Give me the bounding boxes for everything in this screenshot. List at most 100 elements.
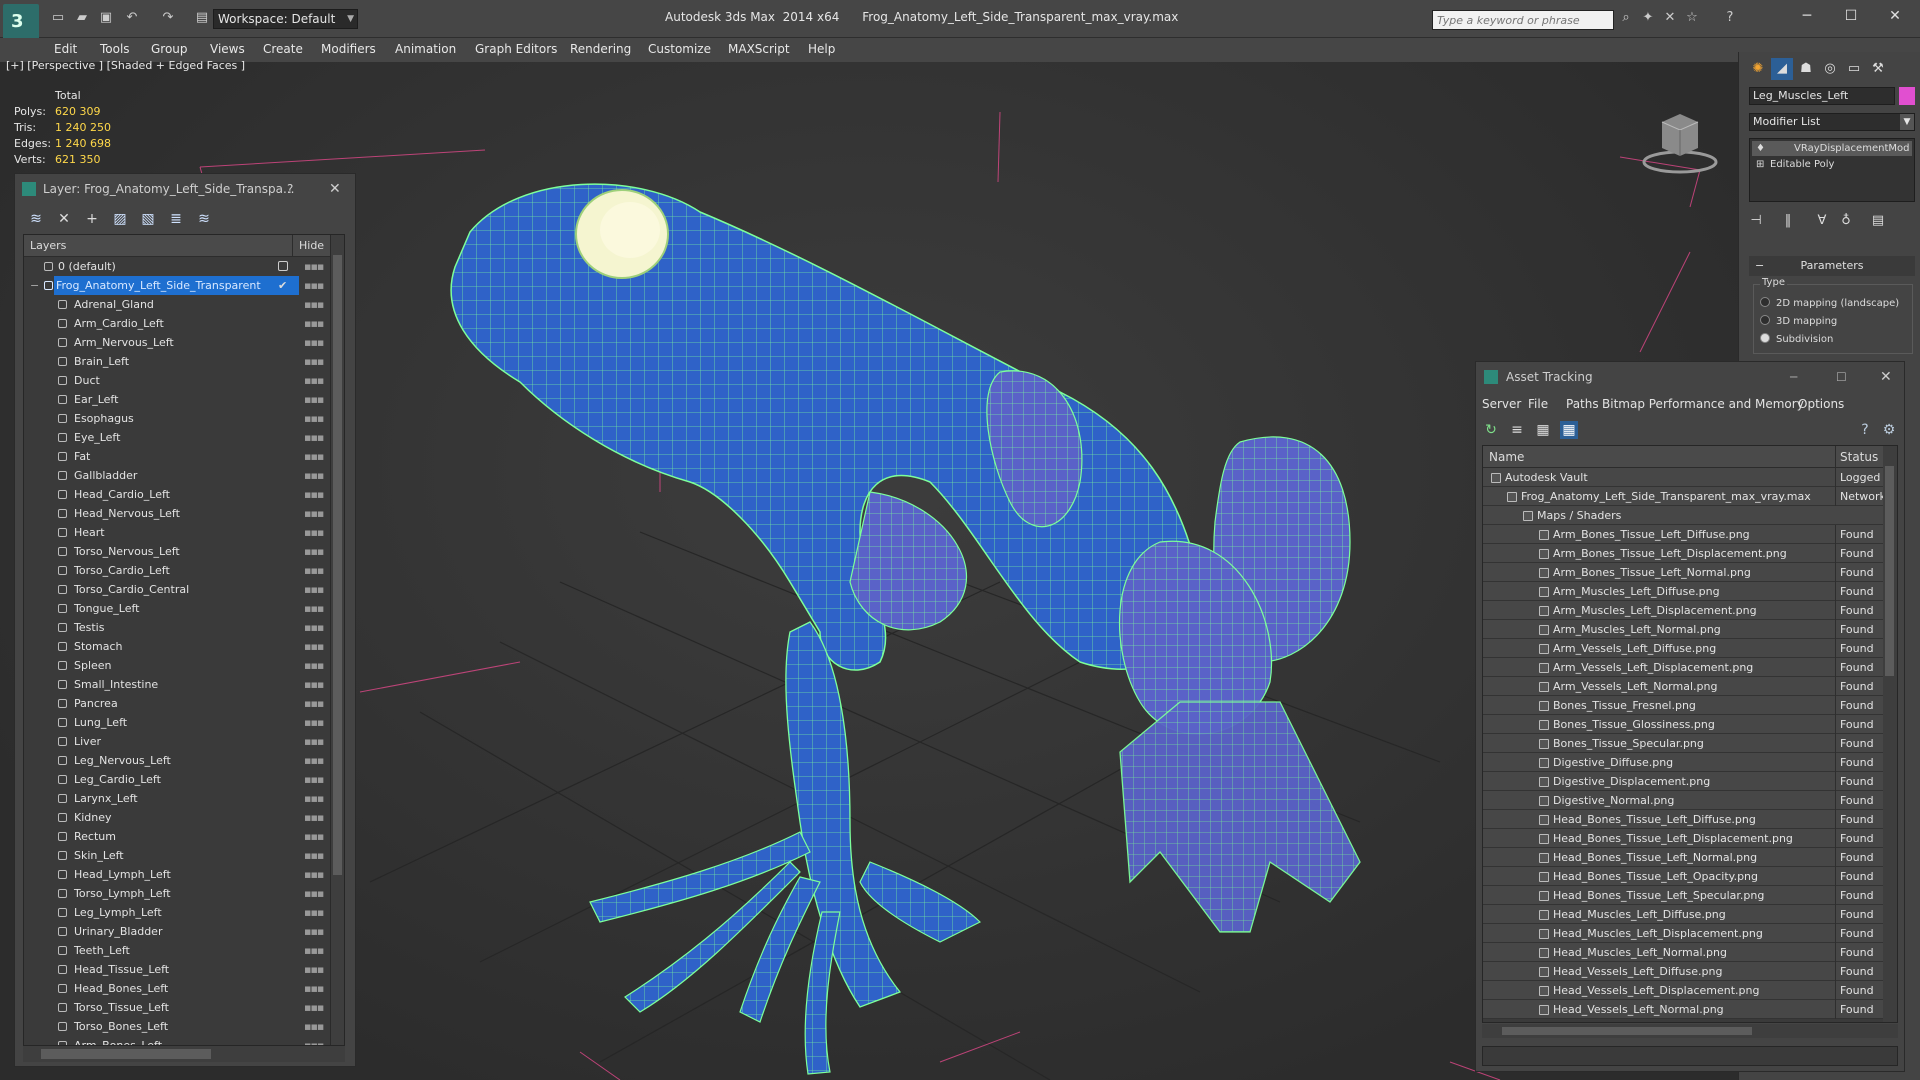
hide-toggle[interactable]: ▪▪▪ [304, 485, 324, 504]
menu-file[interactable]: File [1528, 397, 1548, 411]
hide-toggle[interactable]: ▪▪▪ [304, 675, 324, 694]
workspace-dropdown[interactable]: Workspace: Default ▼ [213, 9, 358, 29]
asset-row[interactable]: Arm_Muscles_Left_Displacement.png Found [1483, 601, 1885, 620]
freeze-all-icon[interactable]: ≋ [195, 210, 213, 228]
lightbulb-icon[interactable]: ♦ [1756, 141, 1765, 156]
show-end-result-icon[interactable]: ‖ [1777, 210, 1799, 232]
layer-row[interactable]: Torso_Tissue_Left ▪▪▪ [24, 998, 330, 1017]
hide-toggle[interactable]: ▪▪▪ [304, 732, 324, 751]
layer-row[interactable]: Arm_Nervous_Left ▪▪▪ [24, 333, 330, 352]
asset-row[interactable]: Maps / Shaders [1483, 506, 1885, 525]
menu-graph-editors[interactable]: Graph Editors [475, 42, 557, 56]
asset-row[interactable]: Head_Muscles_Left_Displacement.png Found [1483, 924, 1885, 943]
hide-toggle[interactable]: ▪▪▪ [304, 884, 324, 903]
hide-toggle[interactable]: ▪▪▪ [304, 618, 324, 637]
menu-customize[interactable]: Customize [648, 42, 711, 56]
menu-edit[interactable]: Edit [54, 42, 77, 56]
hide-toggle[interactable]: ▪▪▪ [304, 314, 324, 333]
add-to-layer-icon[interactable]: + [83, 210, 101, 228]
open-file-icon[interactable]: ▰ [74, 10, 90, 26]
layer-explorer-titlebar[interactable]: Layer: Frog_Anatomy_Left_Side_Transpa...… [15, 174, 355, 204]
asset-row[interactable]: Digestive_Normal.png Found [1483, 791, 1885, 810]
create-layer-icon[interactable]: ≋ [27, 210, 45, 228]
layer-row[interactable]: Skin_Left ▪▪▪ [24, 846, 330, 865]
hide-toggle[interactable]: ▪▪▪ [304, 637, 324, 656]
asset-row[interactable]: Arm_Vessels_Left_Diffuse.png Found [1483, 639, 1885, 658]
layer-row[interactable]: Kidney ▪▪▪ [24, 808, 330, 827]
layer-horizontal-scrollbar[interactable] [23, 1046, 345, 1062]
hide-toggle[interactable]: ▪▪▪ [304, 960, 324, 979]
layer-row[interactable]: Spleen ▪▪▪ [24, 656, 330, 675]
hide-toggle[interactable]: ▪▪▪ [304, 808, 324, 827]
hide-toggle[interactable]: ▪▪▪ [304, 371, 324, 390]
layer-row[interactable]: Leg_Lymph_Left ▪▪▪ [24, 903, 330, 922]
project-folder-icon[interactable]: ▤ [194, 10, 210, 26]
menu-help[interactable]: Help [808, 42, 835, 56]
menu-options[interactable]: Options [1798, 397, 1844, 411]
remove-modifier-icon[interactable]: ♁ [1835, 210, 1857, 232]
hide-toggle[interactable]: ▪▪▪ [304, 1036, 324, 1045]
make-unique-icon[interactable]: ∀ [1811, 210, 1833, 232]
maximize-button[interactable]: ☐ [1834, 5, 1868, 27]
layer-row[interactable]: Head_Cardio_Left ▪▪▪ [24, 485, 330, 504]
asset-row[interactable]: Arm_Vessels_Left_Normal.png Found [1483, 677, 1885, 696]
hide-toggle[interactable]: ▪▪▪ [304, 1017, 324, 1036]
asset-row[interactable]: Head_Bones_Tissue_Left_Diffuse.png Found [1483, 810, 1885, 829]
stack-item-vraydisplacement[interactable]: ♦ VRayDisplacementMod [1752, 141, 1912, 156]
layer-row[interactable]: Rectum ▪▪▪ [24, 827, 330, 846]
collapse-icon[interactable]: − [30, 276, 39, 295]
layer-row[interactable]: Head_Lymph_Left ▪▪▪ [24, 865, 330, 884]
hide-toggle[interactable]: ▪▪▪ [304, 846, 324, 865]
layer-row[interactable]: Torso_Cardio_Left ▪▪▪ [24, 561, 330, 580]
asset-row[interactable]: Arm_Bones_Tissue_Left_Normal.png Found [1483, 563, 1885, 582]
thumbnail-view-icon[interactable]: ▦ [1534, 421, 1552, 439]
parameters-rollout[interactable]: − Parameters [1749, 256, 1915, 276]
create-tab-icon[interactable]: ✺ [1747, 58, 1769, 80]
layer-vertical-scrollbar[interactable] [330, 235, 344, 1045]
asset-row[interactable]: Head_Vessels_Left_Displacement.png Found [1483, 981, 1885, 1000]
layer-row[interactable]: Head_Bones_Left ▪▪▪ [24, 979, 330, 998]
layer-row[interactable]: Arm_Bones_Left ▪▪▪ [24, 1036, 330, 1045]
asset-vertical-scrollbar[interactable] [1883, 446, 1897, 1022]
asset-row[interactable]: Head_Vessels_Left_Diffuse.png Found [1483, 962, 1885, 981]
asset-row[interactable]: Head_Bones_Tissue_Left_Normal.png Found [1483, 848, 1885, 867]
menu-modifiers[interactable]: Modifiers [321, 42, 376, 56]
asset-row[interactable]: Bones_Tissue_Fresnel.png Found [1483, 696, 1885, 715]
help-search-input[interactable] [1432, 10, 1614, 30]
layer-row[interactable]: Adrenal_Gland ▪▪▪ [24, 295, 330, 314]
hide-toggle[interactable]: ▪▪▪ [304, 523, 324, 542]
list-view-icon[interactable]: ≡ [1508, 421, 1526, 439]
layer-row[interactable]: Torso_Nervous_Left ▪▪▪ [24, 542, 330, 561]
column-status[interactable]: Status [1835, 446, 1878, 468]
layer-row[interactable]: Head_Tissue_Left ▪▪▪ [24, 960, 330, 979]
radio-2d-mapping[interactable]: 2D mapping (landscape) [1760, 297, 1899, 309]
asset-horizontal-scrollbar[interactable] [1482, 1024, 1898, 1038]
close-button[interactable]: ✕ [1878, 5, 1912, 27]
radio-3d-mapping[interactable]: 3D mapping [1760, 315, 1837, 327]
layer-row[interactable]: Pancrea ▪▪▪ [24, 694, 330, 713]
help-icon[interactable]: ? [1722, 10, 1738, 26]
layer-row[interactable]: Tongue_Left ▪▪▪ [24, 599, 330, 618]
object-name-field[interactable]: Leg_Muscles_Left [1749, 87, 1895, 105]
viewport-label[interactable]: [+] [Perspective ] [Shaded + Edged Faces… [6, 59, 245, 72]
menu-group[interactable]: Group [151, 42, 188, 56]
asset-tracking-titlebar[interactable]: Asset Tracking ─ ☐ ✕ [1476, 362, 1904, 392]
menu-tools[interactable]: Tools [100, 42, 130, 56]
asset-row[interactable]: Digestive_Diffuse.png Found [1483, 753, 1885, 772]
hide-toggle[interactable]: ▪▪▪ [304, 390, 324, 409]
asset-row[interactable]: Frog_Anatomy_Left_Side_Transparent_max_v… [1483, 487, 1885, 506]
menu-maxscript[interactable]: MAXScript [728, 42, 790, 56]
hide-toggle[interactable]: ▪▪▪ [304, 751, 324, 770]
asset-row[interactable]: Digestive_Displacement.png Found [1483, 772, 1885, 791]
asset-row[interactable]: Head_Muscles_Left_Normal.png Found [1483, 943, 1885, 962]
asset-path-bar[interactable] [1482, 1046, 1898, 1066]
table-view-icon[interactable]: ▦ [1560, 421, 1578, 439]
help-button[interactable]: ? [287, 174, 293, 204]
asset-row[interactable]: Bones_Tissue_Glossiness.png Found [1483, 715, 1885, 734]
object-color-swatch[interactable] [1899, 87, 1915, 105]
configure-sets-icon[interactable]: ▤ [1867, 210, 1889, 232]
layer-row[interactable]: Ear_Left ▪▪▪ [24, 390, 330, 409]
layer-row[interactable]: Head_Nervous_Left ▪▪▪ [24, 504, 330, 523]
scroll-thumb[interactable] [1885, 466, 1894, 676]
hide-toggle[interactable]: ▪▪▪ [304, 333, 324, 352]
